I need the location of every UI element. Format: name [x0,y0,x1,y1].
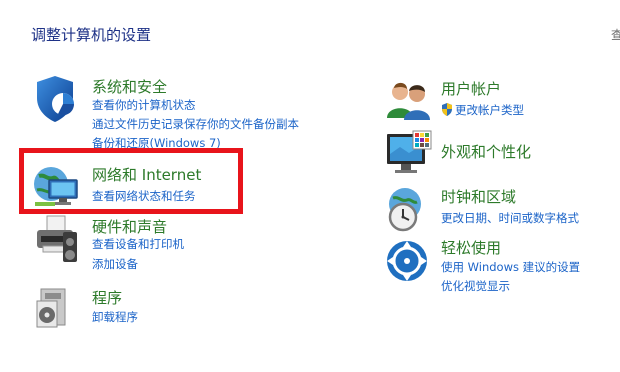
view-by-label[interactable]: 查 [611,26,620,43]
programs-icon[interactable] [33,285,81,333]
category-user-accounts: 用户帐户 更改帐户类型 [385,78,605,122]
page-title: 调整计算机的设置 [31,26,152,44]
clock-globe-icon[interactable] [385,186,433,234]
category-hardware-sound: 硬件和声音 查看设备和打印机 添加设备 [33,214,243,274]
ease-of-access-link-1[interactable]: 使用 Windows 建议的设置 [441,259,580,275]
system-security-heading[interactable]: 系统和安全 [92,76,167,97]
system-security-link-2[interactable]: 通过文件历史记录保存你的文件备份副本 [92,116,299,132]
user-accounts-link-1[interactable]: 更改帐户类型 [441,102,524,118]
programs-heading[interactable]: 程序 [92,287,122,308]
ease-of-access-link-2[interactable]: 优化视觉显示 [441,278,510,294]
programs-link-1[interactable]: 卸载程序 [92,309,138,325]
hardware-sound-link-1[interactable]: 查看设备和打印机 [92,236,184,252]
system-security-link-1[interactable]: 查看你的计算机状态 [92,97,196,113]
printer-icon[interactable] [33,214,81,262]
clock-region-link-1[interactable]: 更改日期、时间或数字格式 [441,210,579,226]
ease-of-access-icon[interactable] [385,237,433,285]
appearance-heading[interactable]: 外观和个性化 [441,141,531,162]
shield-icon[interactable] [33,74,81,122]
uac-shield-icon [442,103,452,116]
category-ease-of-access: 轻松使用 使用 Windows 建议的设置 优化视觉显示 [385,237,615,297]
clock-region-heading[interactable]: 时钟和区域 [441,186,516,207]
hardware-sound-link-2[interactable]: 添加设备 [92,256,138,272]
ease-of-access-heading[interactable]: 轻松使用 [441,237,501,258]
user-accounts-heading[interactable]: 用户帐户 [441,78,501,99]
user-accounts-link-1-text: 更改帐户类型 [455,103,524,117]
users-icon[interactable] [385,78,433,126]
hardware-sound-heading[interactable]: 硬件和声音 [92,216,167,237]
category-clock-region: 时钟和区域 更改日期、时间或数字格式 [385,186,615,234]
highlight-box [19,148,243,214]
category-system-security: 系统和安全 查看你的计算机状态 通过文件历史记录保存你的文件备份副本 备份和还原… [33,74,323,154]
category-programs: 程序 卸载程序 [33,285,243,335]
category-appearance: 外观和个性化 [385,130,605,178]
monitor-icon[interactable] [385,130,433,178]
